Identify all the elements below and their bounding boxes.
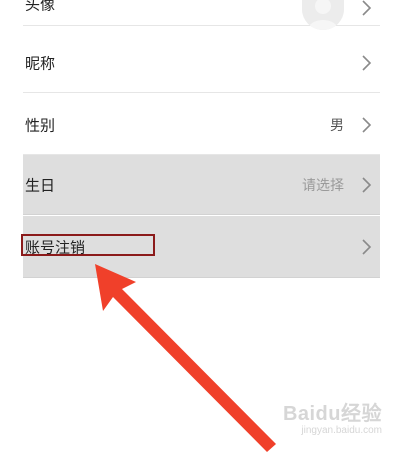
watermark-brand: Baidu经验	[282, 403, 382, 425]
settings-row-nickname[interactable]: 昵称	[23, 33, 380, 93]
nickname-label: 昵称	[25, 55, 56, 72]
watermark-url: jingyan.baidu.com	[301, 425, 382, 436]
chevron-right-icon	[362, 54, 372, 71]
birthday-label: 生日	[25, 177, 56, 194]
settings-row-avatar[interactable]: 头像	[23, 0, 380, 30]
settings-row-gender[interactable]: 性别 男	[23, 95, 380, 155]
chevron-right-icon	[362, 238, 372, 255]
chevron-right-icon	[362, 0, 372, 16]
avatar-label: 头像	[25, 0, 56, 14]
avatar-thumbnail	[302, 0, 344, 30]
annotation-highlight-box	[21, 234, 155, 256]
settings-row-birthday[interactable]: 生日 请选择	[23, 155, 380, 215]
gender-value: 男	[330, 116, 344, 133]
birthday-value-placeholder: 请选择	[302, 176, 344, 193]
chevron-right-icon	[362, 176, 372, 193]
gender-label: 性别	[25, 117, 56, 134]
chevron-right-icon	[362, 116, 372, 133]
avatar-placeholder-icon	[302, 0, 344, 30]
baidu-jingyan-watermark: Baidu经验 jingyan.baidu.com	[283, 403, 382, 436]
